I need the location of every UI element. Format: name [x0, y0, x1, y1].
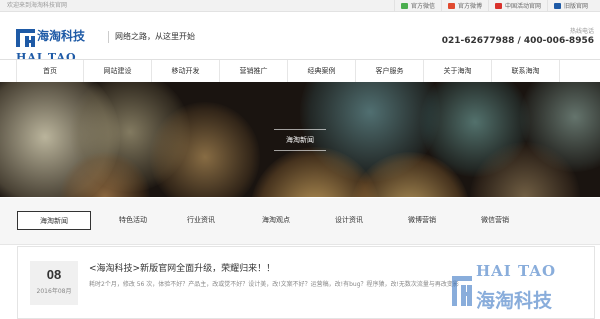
header: 海淘科技 HAI TAO 网络之路，从这里开始 热线电话 021-6267798…	[0, 12, 600, 64]
top-link-event-site[interactable]: 中国活动官网	[487, 0, 547, 11]
weibo-icon	[447, 2, 455, 9]
top-links: 官方微信 官方微博 中国活动官网 旧版官网	[393, 0, 594, 11]
tab-wechat-marketing[interactable]: 微信营销	[458, 211, 532, 230]
hotline-number: 021-62677988 / 400-006-8956	[441, 36, 594, 46]
tab-haitao-news[interactable]: 海淘新闻	[17, 211, 91, 230]
bokeh-light	[150, 102, 260, 197]
nav-item-about[interactable]: 关于海淘	[424, 60, 492, 82]
logo-watermark: HAI TAO 海淘科技	[446, 262, 600, 317]
top-link-wechat[interactable]: 官方微信	[393, 0, 441, 11]
banner-title: 海淘新闻	[274, 129, 326, 151]
logo[interactable]: 海淘科技 HAI TAO	[16, 29, 94, 64]
tab-industry-news[interactable]: 行业资讯	[164, 211, 238, 230]
watermark-english: HAI TAO	[476, 262, 557, 280]
top-link-label: 官方微信	[410, 3, 435, 10]
nav-item-contact[interactable]: 联系海淘	[492, 60, 560, 82]
nav-item-mobile-dev[interactable]: 移动开发	[152, 60, 220, 82]
article-year-month: 2016年08月	[36, 288, 72, 295]
news-category-tabs: 海淘新闻 特色活动 行业资讯 海淘观点 设计资讯 微博营销 微信营销	[0, 198, 600, 245]
banner: 海淘新闻	[0, 82, 600, 197]
tab-weibo-marketing[interactable]: 微博营销	[385, 211, 459, 230]
watermark-logo-icon	[452, 276, 472, 306]
tab-featured-events[interactable]: 特色活动	[96, 211, 170, 230]
old-site-icon	[553, 2, 561, 9]
main-nav: 首页 网站建设 移动开发 营销推广 经典案例 客户服务 关于海淘 联系海淘	[0, 59, 600, 83]
nav-item-service[interactable]: 客户服务	[356, 60, 424, 82]
logo-chinese-name: 海淘科技	[37, 29, 86, 43]
article-date: 08 2016年08月	[30, 261, 78, 305]
slogan: 网络之路，从这里开始	[108, 31, 195, 43]
tab-design-news[interactable]: 设计资讯	[312, 211, 386, 230]
top-link-weibo[interactable]: 官方微博	[440, 0, 488, 11]
nav-item-website-build[interactable]: 网站建设	[84, 60, 152, 82]
top-link-label: 旧版官网	[563, 3, 588, 10]
top-link-label: 官方微博	[457, 3, 482, 10]
article-summary: 耗时2个月，修改 56 次，体验不好？产品主，改或觉不好？设计美，改!文案不好？…	[89, 281, 459, 288]
nav-item-home[interactable]: 首页	[16, 60, 84, 82]
wechat-icon	[400, 2, 408, 9]
watermark-chinese: 海淘科技	[476, 290, 553, 312]
top-bar: 欢迎来到海淘科技官网 官方微信 官方微博 中国活动官网 旧版官网	[0, 0, 600, 12]
top-link-old-site[interactable]: 旧版官网	[546, 0, 594, 11]
welcome-text: 欢迎来到海淘科技官网	[7, 2, 68, 9]
article-title[interactable]: <海淘科技>新版官网全面升级，荣耀归来！！	[89, 261, 275, 274]
hotline-label: 热线电话	[569, 28, 594, 35]
article-day: 08	[46, 267, 62, 282]
event-site-icon	[494, 2, 502, 9]
logo-mark-icon	[16, 29, 35, 47]
tab-haitao-views[interactable]: 海淘观点	[239, 211, 313, 230]
top-link-label: 中国活动官网	[504, 3, 541, 10]
nav-item-cases[interactable]: 经典案例	[288, 60, 356, 82]
nav-item-marketing[interactable]: 营销推广	[220, 60, 288, 82]
